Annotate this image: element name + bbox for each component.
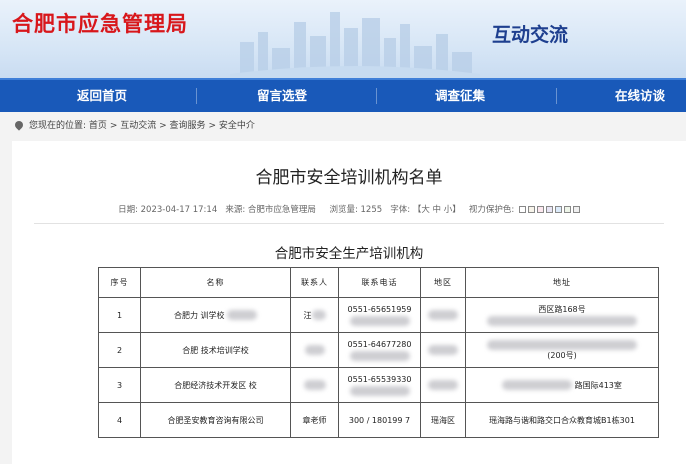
redaction-blur <box>487 315 637 326</box>
cell-no: 1 <box>98 297 141 333</box>
nav-item-survey[interactable]: 调查征集 <box>400 80 520 112</box>
cell-region <box>420 332 466 368</box>
color-swatch-beige[interactable] <box>527 206 535 213</box>
breadcrumb-prefix: 您现在的位置: <box>29 121 87 131</box>
redaction-blur <box>303 380 326 390</box>
cell-phone: 0551-64677280 <box>338 332 421 368</box>
cell-contact: 章老师 <box>290 402 339 438</box>
table-row: 4 合肥圣安教育咨询有限公司 章老师 300 / 180199 7 瑶海区 瑶海… <box>98 402 659 438</box>
cell-phone-text: 0551-65539330 <box>347 375 412 384</box>
institutions-table: 序号 名称 联系人 联系电话 地区 地址 1 合肥力 训学校 汪 0551-65… <box>98 267 659 438</box>
nav-item-interview[interactable]: 在线访谈 <box>580 80 686 112</box>
breadcrumb-current[interactable]: 安全中介 <box>219 121 255 131</box>
article-meta: 日期: 2023-04-17 17:14 来源: 合肥市应急管理局 浏览量: 1… <box>12 203 686 215</box>
cell-region: 瑶海区 <box>420 402 466 438</box>
cell-address: (200号) <box>465 332 659 368</box>
col-header-address: 地址 <box>465 267 659 298</box>
color-swatch-green[interactable] <box>563 206 571 213</box>
breadcrumb: 您现在的位置: 首页 > 互动交流 > 查询服务 > 安全中介 <box>0 112 686 140</box>
cell-address-text: (200号) <box>547 351 577 360</box>
nav-divider <box>556 88 557 104</box>
location-pin-icon <box>13 119 25 131</box>
table-header-row: 序号 名称 联系人 联系电话 地区 地址 <box>98 267 659 298</box>
col-header-phone: 联系电话 <box>338 267 421 298</box>
col-header-name: 名称 <box>140 267 291 298</box>
cell-phone: 0551-65539330 <box>338 367 421 403</box>
nav-item-messages[interactable]: 留言选登 <box>222 80 342 112</box>
redaction-blur <box>349 315 410 326</box>
meta-views: 浏览量: 1255 <box>329 205 383 215</box>
cell-name: 合肥经济技术开发区 校 <box>140 367 291 403</box>
cell-address-text: 路国际413室 <box>574 380 622 390</box>
divider <box>34 223 664 224</box>
cell-address: 西区路168号 <box>465 297 659 333</box>
cell-region <box>420 367 466 403</box>
cell-phone-text: 0551-64677280 <box>347 340 412 349</box>
col-header-no: 序号 <box>98 267 141 298</box>
breadcrumb-interaction[interactable]: 互动交流 <box>120 121 156 131</box>
cell-address: 路国际413室 <box>465 367 659 403</box>
cell-phone: 300 / 180199 7 <box>338 402 421 438</box>
meta-vision: 视力保护色: <box>468 205 515 215</box>
cell-no: 3 <box>98 367 141 403</box>
redaction-blur <box>502 380 573 390</box>
main-nav: 返回首页 留言选登 调查征集 在线访谈 <box>0 78 686 112</box>
col-header-contact: 联系人 <box>290 267 339 298</box>
color-swatch-gray[interactable] <box>572 206 580 213</box>
section-title: 互动交流 <box>492 24 569 46</box>
meta-source: 来源: 合肥市应急管理局 <box>225 205 316 215</box>
cell-name: 合肥 技术培训学校 <box>140 332 291 368</box>
redaction-blur <box>304 345 325 355</box>
meta-date: 日期: 2023-04-17 17:14 <box>118 205 218 215</box>
cell-address: 瑶海路与谐和路交口合众教育城B1栋301 <box>465 402 659 438</box>
cell-name: 合肥力 训学校 <box>140 297 291 333</box>
cell-no: 4 <box>98 402 141 438</box>
table-title: 合肥市安全生产培训机构 <box>274 246 424 262</box>
redaction-blur <box>311 310 326 320</box>
breadcrumb-separator: > <box>159 121 167 131</box>
article-title: 合肥市安全培训机构名单 <box>255 168 443 188</box>
cell-phone-text: 0551-65651959 <box>347 305 412 314</box>
breadcrumb-separator: > <box>208 121 216 131</box>
color-swatch-lavender[interactable] <box>545 206 553 213</box>
cell-name: 合肥圣安教育咨询有限公司 <box>140 402 291 438</box>
breadcrumb-home[interactable]: 首页 <box>89 121 107 131</box>
cell-region <box>420 297 466 333</box>
cell-phone-text: 300 / 180199 7 <box>348 415 411 425</box>
site-title[interactable]: 合肥市应急管理局 <box>12 8 188 38</box>
redaction-blur <box>349 385 410 396</box>
breadcrumb-query[interactable]: 查询服务 <box>170 121 206 131</box>
cell-name-text: 合肥经济技术开发区 校 <box>174 380 257 390</box>
nav-divider <box>376 88 377 104</box>
color-swatch-white[interactable] <box>518 206 526 213</box>
breadcrumb-separator: > <box>109 121 118 131</box>
color-swatch-pink[interactable] <box>536 206 544 213</box>
redaction-blur <box>428 380 458 390</box>
article-panel: 合肥市安全培训机构名单 日期: 2023-04-17 17:14 来源: 合肥市… <box>12 141 686 464</box>
cell-contact <box>290 332 339 368</box>
redaction-blur <box>349 350 410 361</box>
col-header-region: 地区 <box>420 267 466 298</box>
cell-name-text: 合肥 技术培训学校 <box>182 345 249 355</box>
cell-name-text: 合肥力 训学校 <box>173 310 225 320</box>
color-swatch-blue[interactable] <box>554 206 562 213</box>
redaction-blur <box>428 310 458 320</box>
redaction-blur <box>227 310 258 320</box>
cell-phone: 0551-65651959 <box>338 297 421 333</box>
cell-address-text: 西区路168号 <box>538 305 586 314</box>
redaction-blur <box>487 339 637 350</box>
nav-divider <box>196 88 197 104</box>
meta-font-size[interactable]: 字体: 【大 中 小】 <box>390 205 460 215</box>
nav-item-home[interactable]: 返回首页 <box>42 80 162 112</box>
cell-contact-text: 汪 <box>303 310 312 320</box>
redaction-blur <box>428 345 458 355</box>
site-header: 合肥市应急管理局 互动交流 <box>0 0 686 78</box>
table-row: 2 合肥 技术培训学校 0551-64677280 (200号) <box>98 332 659 368</box>
cell-contact: 汪 <box>290 297 339 333</box>
table-row: 1 合肥力 训学校 汪 0551-65651959 西区路168号 <box>98 297 659 333</box>
table-row: 3 合肥经济技术开发区 校 0551-65539330 路国际413室 <box>98 367 659 403</box>
city-skyline-graphic <box>230 12 480 78</box>
cell-no: 2 <box>98 332 141 368</box>
cell-contact <box>290 367 339 403</box>
